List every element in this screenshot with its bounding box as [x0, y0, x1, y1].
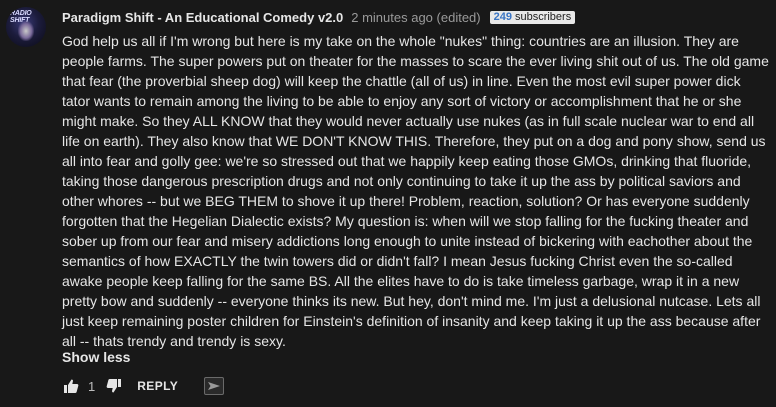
subscriber-label: subscribers	[514, 10, 572, 23]
subscriber-count: 249	[493, 10, 512, 23]
comment-thread: RADIO SHIFT Paradigm Shift - An Educatio…	[0, 0, 776, 407]
comment-actions: 1 REPLY	[62, 374, 225, 398]
reply-button[interactable]: REPLY	[137, 379, 178, 393]
thumbs-down-icon[interactable]	[105, 377, 123, 395]
comment-timestamp[interactable]: 2 minutes ago (edited)	[351, 10, 480, 25]
comment-header: Paradigm Shift - An Educational Comedy v…	[62, 8, 576, 26]
thumbs-up-icon[interactable]	[62, 377, 80, 395]
subscriber-badge: 249 subscribers	[489, 10, 576, 24]
avatar[interactable]: RADIO SHIFT	[6, 7, 46, 47]
avatar-figure	[18, 21, 34, 41]
show-less-button[interactable]: Show less	[62, 349, 130, 365]
comment-text: God help us all if I'm wrong but here is…	[62, 33, 769, 349]
share-icon[interactable]	[204, 377, 225, 395]
like-count: 1	[88, 378, 96, 394]
author-name[interactable]: Paradigm Shift - An Educational Comedy v…	[62, 10, 343, 25]
